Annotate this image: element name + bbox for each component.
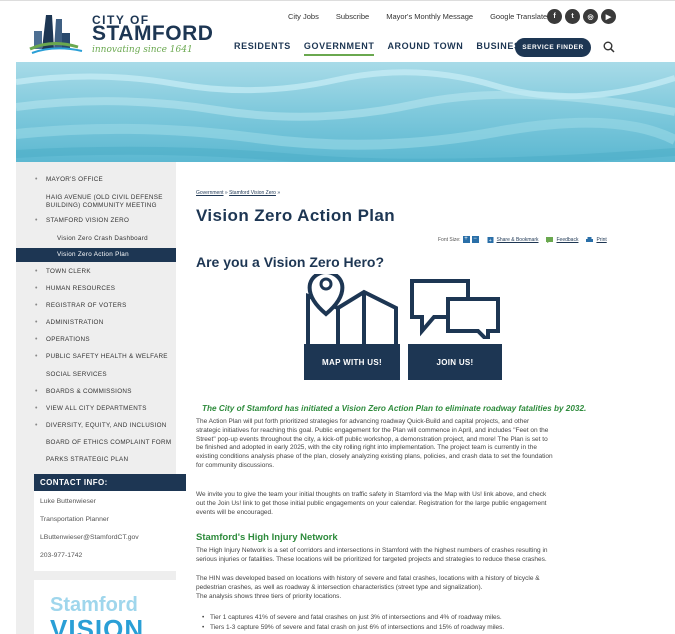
sidebar-item-action-plan[interactable]: Vision Zero Action Plan: [16, 248, 176, 262]
contact-email[interactable]: LButtenwieser@StamfordCT.gov: [40, 534, 139, 541]
action-plan-paragraph: The Action Plan will put forth prioritiz…: [196, 418, 553, 469]
contact-info-box: Luke Buttenwieser Transportation Planner…: [34, 491, 186, 571]
feedback-link[interactable]: Feedback: [556, 237, 578, 243]
bullet-icon: •: [35, 336, 38, 343]
nav-residents[interactable]: RESIDENTS: [234, 41, 291, 56]
service-finder-button[interactable]: SERVICE FINDER: [515, 38, 591, 57]
contact-title: Transportation Planner: [40, 516, 109, 523]
water-image: [16, 62, 675, 162]
breadcrumb-vision-zero[interactable]: Stamford Vision Zero: [229, 190, 276, 196]
share-icon[interactable]: +: [487, 236, 494, 243]
hin-description-paragraph: The High Injury Network is a set of corr…: [196, 547, 548, 563]
tier-bullet: Tiers 1-3 capture 59% of severe and fata…: [202, 624, 504, 631]
instagram-icon[interactable]: ◎: [583, 9, 598, 24]
bullet-icon: •: [35, 353, 38, 360]
bullet-icon: •: [35, 319, 38, 326]
sidebar: • MAYOR'S OFFICE HAIG AVENUE (OLD CIVIL …: [16, 162, 186, 634]
page-title: Vision Zero Action Plan: [196, 206, 396, 225]
top-link-subscribe[interactable]: Subscribe: [336, 12, 369, 21]
svg-text:+: +: [488, 238, 491, 243]
chat-bubbles-icon: [410, 279, 500, 339]
hero-water-banner: [16, 62, 675, 162]
breadcrumb-government[interactable]: Government: [196, 190, 224, 196]
top-link-mayors-message[interactable]: Mayor's Monthly Message: [386, 12, 473, 21]
contact-name: Luke Buttenwieser: [40, 498, 96, 505]
font-decrease-icon[interactable]: −: [471, 236, 479, 243]
invite-paragraph: We invite you to give the team your init…: [196, 491, 547, 516]
print-link[interactable]: Print: [596, 237, 606, 243]
join-us-button[interactable]: JOIN US!: [408, 344, 502, 380]
main-nav: RESIDENTS GOVERNMENT AROUND TOWN BUSINES…: [234, 41, 540, 56]
contact-info-header: CONTACT INFO:: [34, 474, 186, 491]
top-link-city-jobs[interactable]: City Jobs: [288, 12, 319, 21]
bullet-icon: •: [35, 422, 38, 429]
tier-bullet: Tier 1 captures 41% of severe and fatal …: [202, 614, 502, 621]
skyline-logo-icon: [29, 15, 83, 54]
bullet-icon: •: [35, 217, 38, 224]
hero-question: Are you a Vision Zero Hero?: [196, 254, 385, 270]
search-icon[interactable]: [603, 41, 615, 53]
map-with-us-button[interactable]: MAP WITH US!: [304, 344, 400, 380]
twitter-icon[interactable]: t: [565, 9, 580, 24]
top-link-google-translate[interactable]: Google Translate: [490, 12, 547, 21]
utility-nav: City Jobs Subscribe Mayor's Monthly Mess…: [288, 12, 564, 21]
city-logo[interactable]: CITY OF STAMFORD innovating since 1641: [28, 9, 213, 59]
bullet-icon: •: [35, 302, 38, 309]
breadcrumb: Government » Stamford Vision Zero »: [196, 190, 280, 196]
print-icon[interactable]: [586, 236, 594, 243]
bullet-icon: •: [35, 388, 38, 395]
site-header: CITY OF STAMFORD innovating since 1641 C…: [0, 0, 675, 62]
logo-tagline: innovating since 1641: [92, 45, 193, 55]
contact-phone[interactable]: 203-977-1742: [40, 552, 82, 559]
hin-section-title: Stamford's High Injury Network: [196, 532, 338, 543]
initiative-tagline: The City of Stamford has initiated a Vis…: [202, 404, 587, 413]
facebook-icon[interactable]: f: [547, 9, 562, 24]
nav-government[interactable]: GOVERNMENT: [303, 41, 375, 56]
promo-vision-text: VISION: [50, 614, 145, 634]
feedback-icon[interactable]: [546, 236, 554, 243]
font-increase-icon[interactable]: +: [462, 236, 470, 243]
map-pin-icon: [306, 274, 398, 344]
hin-method-paragraph: The HIN was developed based on locations…: [196, 575, 540, 600]
bullet-icon: •: [35, 176, 38, 183]
main-content: Government » Stamford Vision Zero » Visi…: [176, 162, 675, 634]
social-links: f t ◎ ▶: [547, 9, 616, 24]
bullet-icon: •: [35, 268, 38, 275]
bullet-icon: •: [35, 285, 38, 292]
nav-around-town[interactable]: AROUND TOWN: [387, 41, 463, 56]
vision-zero-promo[interactable]: Stamford VISION: [34, 580, 186, 634]
breadcrumb-tail: »: [275, 190, 281, 196]
font-size-label: Font Size:: [438, 236, 461, 243]
page-tools: Font Size: + − + Share & Bookmark Feedba…: [438, 236, 607, 243]
bullet-icon: •: [35, 405, 38, 412]
share-bookmark-link[interactable]: Share & Bookmark: [497, 237, 539, 243]
logo-stamford-text: STAMFORD: [92, 22, 214, 45]
youtube-icon[interactable]: ▶: [601, 9, 616, 24]
